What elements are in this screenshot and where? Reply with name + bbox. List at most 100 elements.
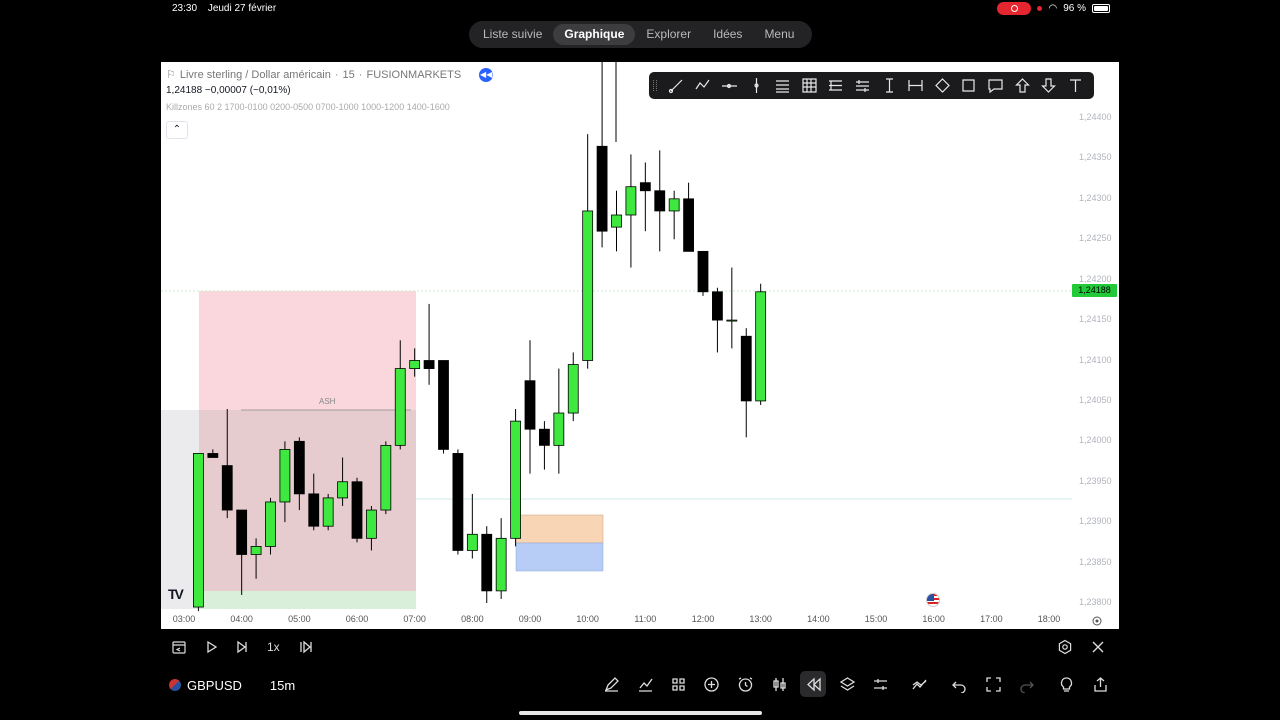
time-tick-label: 16:00 xyxy=(922,614,945,624)
horizontal-line-icon[interactable] xyxy=(716,72,743,99)
tab-graphique[interactable]: Graphique xyxy=(553,24,636,45)
time-tick-label: 04:00 xyxy=(230,614,253,624)
replay-settings-icon[interactable] xyxy=(1057,639,1073,655)
price-tick-label: 1,24350 xyxy=(1079,152,1112,163)
settings-sliders-icon[interactable] xyxy=(867,671,893,697)
candle-body xyxy=(207,453,219,458)
candle-body xyxy=(466,533,478,551)
jump-to-realtime-icon[interactable] xyxy=(298,639,314,655)
vertical-line-icon[interactable] xyxy=(743,72,770,99)
price-tick-label: 1,24300 xyxy=(1079,192,1112,203)
rectangle-icon[interactable] xyxy=(956,72,983,99)
arrow-up-icon[interactable] xyxy=(1009,72,1036,99)
us-flag-event-icon[interactable] xyxy=(926,593,940,607)
arrow-down-icon[interactable] xyxy=(1035,72,1062,99)
candle-body xyxy=(740,335,752,402)
symbol-selector[interactable]: GBPUSD xyxy=(169,678,242,693)
candle-body xyxy=(654,190,666,212)
mic-dot-icon xyxy=(1037,6,1043,11)
legend-indicator[interactable]: Killzones 60 2 1700-0100 0200-0500 0700-… xyxy=(166,99,493,115)
price-tick-label: 1,24200 xyxy=(1079,273,1112,284)
time-tick-label: 05:00 xyxy=(288,614,311,624)
candle-body xyxy=(495,537,507,592)
ideas-bulb-icon[interactable] xyxy=(1053,671,1079,697)
replay-rewind-icon[interactable] xyxy=(800,671,826,697)
battery-icon xyxy=(1092,4,1110,13)
legend-title[interactable]: Livre sterling / Dollar américain xyxy=(180,67,331,83)
indicators-icon[interactable] xyxy=(632,671,658,697)
tab-menu[interactable]: Menu xyxy=(753,24,805,45)
time-tick-label: 10:00 xyxy=(576,614,599,624)
chart-panel[interactable]: ASH ⚐ Livre sterling / Dollar américain … xyxy=(161,62,1119,629)
time-tick-label: 08:00 xyxy=(461,614,484,624)
candle-body xyxy=(322,497,334,527)
candle-body xyxy=(539,428,550,446)
redo-icon[interactable] xyxy=(1013,671,1039,697)
lines-icon[interactable] xyxy=(849,72,876,99)
fullscreen-icon[interactable] xyxy=(980,671,1006,697)
grid-icon[interactable] xyxy=(796,72,823,99)
legend-price: 1,24188 −0,00007 (−0,01%) xyxy=(166,85,291,96)
tab-liste-suivie[interactable]: Liste suivie xyxy=(472,24,553,45)
axis-settings-icon[interactable] xyxy=(1091,615,1103,627)
candle-body xyxy=(265,501,276,547)
candle-body xyxy=(221,465,233,511)
tab-explorer[interactable]: Explorer xyxy=(635,24,702,45)
collapse-legend-icon[interactable]: ◀◀ xyxy=(479,68,494,82)
tradingview-logo: TV xyxy=(168,586,184,602)
home-indicator[interactable] xyxy=(519,711,762,715)
current-price-tag: 1,24188 xyxy=(1072,284,1117,297)
parallel-channel-icon[interactable] xyxy=(769,72,796,99)
interval-selector[interactable]: 15m xyxy=(270,678,295,693)
compare-icon[interactable] xyxy=(906,671,932,697)
time-tick-label: 18:00 xyxy=(1037,614,1061,624)
range-icon[interactable] xyxy=(902,72,929,99)
status-time: 23:30 xyxy=(172,3,198,14)
apps-grid-icon[interactable] xyxy=(665,671,691,697)
candle-body xyxy=(193,453,204,608)
price-tick-label: 1,24050 xyxy=(1079,394,1112,405)
candle-body xyxy=(308,493,320,527)
measure-icon[interactable] xyxy=(876,72,903,99)
candle-body xyxy=(250,546,262,555)
screen-recording-icon[interactable] xyxy=(997,2,1032,15)
chart-canvas[interactable] xyxy=(161,62,1119,629)
play-icon[interactable] xyxy=(203,639,219,655)
candle-type-icon[interactable] xyxy=(766,671,792,697)
candle-body xyxy=(596,145,608,232)
replay-speed-button[interactable]: 1x xyxy=(267,640,280,654)
price-tick-label: 1,24100 xyxy=(1079,354,1112,365)
undo-icon[interactable] xyxy=(946,671,972,697)
bottom-symbol[interactable]: GBPUSD xyxy=(187,678,242,693)
text-icon[interactable] xyxy=(1062,72,1089,99)
layers-icon[interactable] xyxy=(834,671,860,697)
ash-annotation: ASH xyxy=(319,397,336,406)
candle-body xyxy=(394,368,406,446)
select-date-icon[interactable] xyxy=(171,639,187,655)
trend-line-icon[interactable] xyxy=(663,72,690,99)
time-tick-label: 09:00 xyxy=(518,614,542,624)
alert-clock-icon[interactable] xyxy=(732,671,758,697)
replay-bar: 1x xyxy=(161,631,1119,663)
time-tick-label: 11:00 xyxy=(634,614,657,624)
fib-icon[interactable] xyxy=(823,72,850,99)
tab-idees[interactable]: Idées xyxy=(702,24,753,45)
legend-toggle-chevron-up-icon[interactable]: ⌃ xyxy=(166,121,188,139)
candle-body xyxy=(380,444,392,511)
status-bar-left: 23:30 Jeudi 27 février xyxy=(172,3,284,14)
drag-handle-icon[interactable] xyxy=(653,80,657,91)
add-circle-icon[interactable] xyxy=(698,671,724,697)
candle-body xyxy=(697,250,709,293)
comment-icon[interactable] xyxy=(982,72,1009,99)
diamond-icon[interactable] xyxy=(929,72,956,99)
candle-body xyxy=(553,412,565,446)
candle-body xyxy=(639,182,651,192)
close-replay-icon[interactable] xyxy=(1090,639,1106,655)
pen-icon[interactable] xyxy=(598,671,624,697)
candle-body xyxy=(668,198,680,212)
price-tick-label: 1,23900 xyxy=(1079,516,1112,527)
candle-body xyxy=(712,291,723,321)
share-icon[interactable] xyxy=(1087,671,1113,697)
zigzag-icon[interactable] xyxy=(690,72,717,99)
step-forward-icon[interactable] xyxy=(234,639,250,655)
